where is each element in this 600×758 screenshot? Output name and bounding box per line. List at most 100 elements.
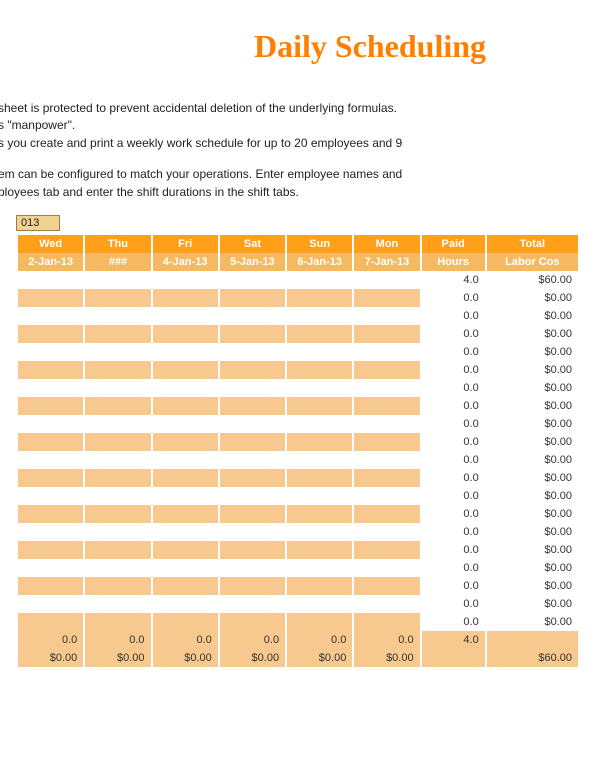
day-cell[interactable] — [84, 325, 151, 343]
day-cell[interactable] — [219, 469, 286, 487]
day-cell[interactable] — [84, 523, 151, 541]
day-cell[interactable] — [84, 613, 151, 631]
day-cell[interactable] — [84, 415, 151, 433]
day-cell[interactable] — [17, 577, 84, 595]
day-cell[interactable] — [17, 325, 84, 343]
day-cell[interactable] — [17, 487, 84, 505]
day-cell[interactable] — [17, 451, 84, 469]
day-cell[interactable] — [84, 577, 151, 595]
day-cell[interactable] — [84, 433, 151, 451]
day-cell[interactable] — [17, 271, 84, 289]
day-cell[interactable] — [152, 595, 219, 613]
day-cell[interactable] — [17, 343, 84, 361]
day-cell[interactable] — [353, 361, 420, 379]
day-cell[interactable] — [84, 505, 151, 523]
day-cell[interactable] — [17, 379, 84, 397]
day-cell[interactable] — [17, 433, 84, 451]
day-cell[interactable] — [152, 415, 219, 433]
day-cell[interactable] — [219, 451, 286, 469]
day-cell[interactable] — [219, 577, 286, 595]
day-cell[interactable] — [84, 397, 151, 415]
day-cell[interactable] — [353, 415, 420, 433]
day-cell[interactable] — [286, 307, 353, 325]
day-cell[interactable] — [219, 523, 286, 541]
day-cell[interactable] — [286, 433, 353, 451]
day-cell[interactable] — [353, 487, 420, 505]
day-cell[interactable] — [17, 289, 84, 307]
day-cell[interactable] — [219, 415, 286, 433]
day-cell[interactable] — [219, 433, 286, 451]
day-cell[interactable] — [286, 451, 353, 469]
day-cell[interactable] — [286, 415, 353, 433]
day-cell[interactable] — [353, 379, 420, 397]
day-cell[interactable] — [219, 379, 286, 397]
day-cell[interactable] — [353, 469, 420, 487]
day-cell[interactable] — [152, 343, 219, 361]
day-cell[interactable] — [17, 397, 84, 415]
day-cell[interactable] — [219, 595, 286, 613]
day-cell[interactable] — [286, 289, 353, 307]
day-cell[interactable] — [353, 343, 420, 361]
day-cell[interactable] — [152, 487, 219, 505]
day-cell[interactable] — [84, 595, 151, 613]
day-cell[interactable] — [152, 613, 219, 631]
day-cell[interactable] — [84, 451, 151, 469]
day-cell[interactable] — [219, 397, 286, 415]
day-cell[interactable] — [353, 559, 420, 577]
day-cell[interactable] — [286, 541, 353, 559]
day-cell[interactable] — [353, 613, 420, 631]
day-cell[interactable] — [17, 523, 84, 541]
day-cell[interactable] — [286, 343, 353, 361]
day-cell[interactable] — [152, 559, 219, 577]
day-cell[interactable] — [152, 577, 219, 595]
day-cell[interactable] — [353, 307, 420, 325]
day-cell[interactable] — [353, 505, 420, 523]
day-cell[interactable] — [286, 379, 353, 397]
day-cell[interactable] — [84, 343, 151, 361]
day-cell[interactable] — [286, 613, 353, 631]
day-cell[interactable] — [152, 469, 219, 487]
day-cell[interactable] — [353, 523, 420, 541]
day-cell[interactable] — [17, 559, 84, 577]
day-cell[interactable] — [152, 325, 219, 343]
day-cell[interactable] — [219, 559, 286, 577]
day-cell[interactable] — [84, 487, 151, 505]
day-cell[interactable] — [286, 361, 353, 379]
day-cell[interactable] — [219, 271, 286, 289]
day-cell[interactable] — [152, 523, 219, 541]
day-cell[interactable] — [353, 595, 420, 613]
day-cell[interactable] — [152, 397, 219, 415]
day-cell[interactable] — [286, 469, 353, 487]
day-cell[interactable] — [84, 379, 151, 397]
day-cell[interactable] — [219, 613, 286, 631]
day-cell[interactable] — [219, 541, 286, 559]
day-cell[interactable] — [286, 397, 353, 415]
day-cell[interactable] — [152, 505, 219, 523]
day-cell[interactable] — [152, 433, 219, 451]
day-cell[interactable] — [152, 361, 219, 379]
day-cell[interactable] — [152, 307, 219, 325]
day-cell[interactable] — [152, 451, 219, 469]
day-cell[interactable] — [219, 505, 286, 523]
day-cell[interactable] — [286, 271, 353, 289]
day-cell[interactable] — [17, 613, 84, 631]
day-cell[interactable] — [84, 541, 151, 559]
day-cell[interactable] — [84, 271, 151, 289]
day-cell[interactable] — [219, 361, 286, 379]
day-cell[interactable] — [286, 487, 353, 505]
day-cell[interactable] — [84, 289, 151, 307]
day-cell[interactable] — [17, 595, 84, 613]
day-cell[interactable] — [17, 469, 84, 487]
day-cell[interactable] — [286, 559, 353, 577]
day-cell[interactable] — [17, 541, 84, 559]
day-cell[interactable] — [152, 379, 219, 397]
day-cell[interactable] — [353, 397, 420, 415]
day-cell[interactable] — [286, 595, 353, 613]
day-cell[interactable] — [219, 343, 286, 361]
day-cell[interactable] — [219, 289, 286, 307]
day-cell[interactable] — [84, 469, 151, 487]
day-cell[interactable] — [17, 307, 84, 325]
day-cell[interactable] — [353, 271, 420, 289]
day-cell[interactable] — [286, 505, 353, 523]
day-cell[interactable] — [219, 325, 286, 343]
